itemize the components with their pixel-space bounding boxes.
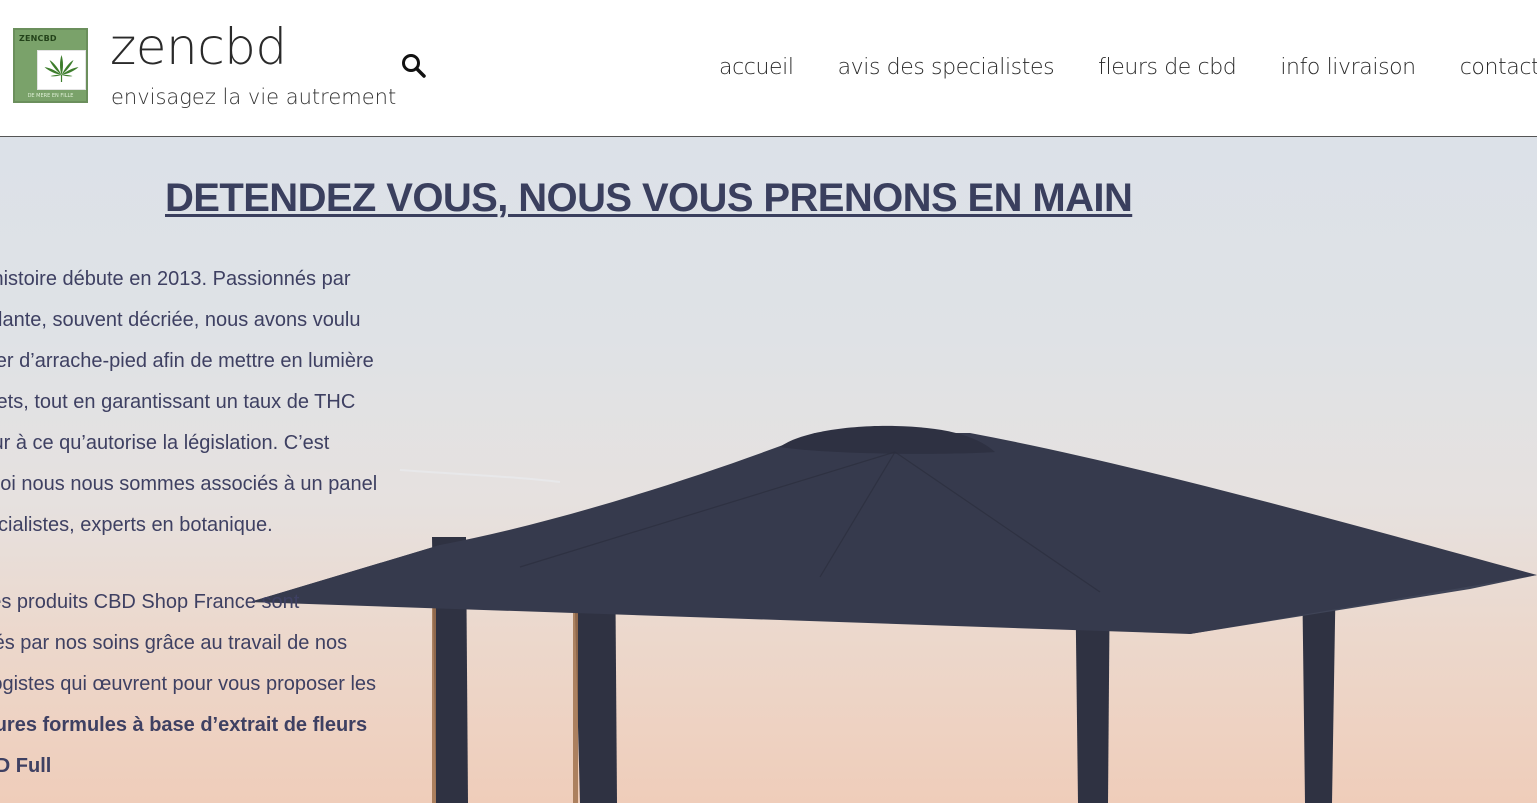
nav-item-accueil[interactable]: accueil <box>719 55 794 80</box>
logo-top-text: ZENCBD <box>19 34 57 43</box>
hero-section: DETENDEZ VOUS, NOUS VOUS PRENONS EN MAIN… <box>0 137 1537 803</box>
products-paragraph-lead: Tous les produits CBD Shop France sont é… <box>0 591 377 695</box>
site-tagline: envisagez la vie autrement <box>111 85 397 109</box>
intro-paragraph: Notre histoire débute en 2013. Passionné… <box>0 268 378 536</box>
hero-title: DETENDEZ VOUS, NOUS VOUS PRENONS EN MAIN <box>165 176 1133 220</box>
logo-bottom-text: DE MERE EN FILLE <box>27 93 74 99</box>
search-button[interactable] <box>398 50 430 82</box>
nav-item-info-livraison[interactable]: info livraison <box>1280 55 1416 80</box>
site-logo[interactable]: ZENCBD DE MERE EN FILLE <box>13 28 88 103</box>
site-header: ZENCBD DE MERE EN FILLE zencbd envisagez… <box>0 0 1537 137</box>
nav-item-avis-des-specialistes[interactable]: avis des specialistes <box>838 55 1055 80</box>
site-title[interactable]: zencbd <box>110 22 287 72</box>
products-paragraph: Tous les produits CBD Shop France sont é… <box>0 582 378 787</box>
hero-text: Notre histoire débute en 2013. Passionné… <box>0 259 378 803</box>
nav-item-contact[interactable]: contact <box>1460 55 1537 80</box>
products-paragraph-bold: meilleures formules à base d’extrait de … <box>0 714 368 777</box>
cannabis-leaf-icon <box>37 50 86 90</box>
main-navigation: accueil avis des specialistes fleurs de … <box>697 50 1537 84</box>
nav-item-fleurs-de-cbd[interactable]: fleurs de cbd <box>1098 55 1237 80</box>
search-icon <box>402 54 426 78</box>
